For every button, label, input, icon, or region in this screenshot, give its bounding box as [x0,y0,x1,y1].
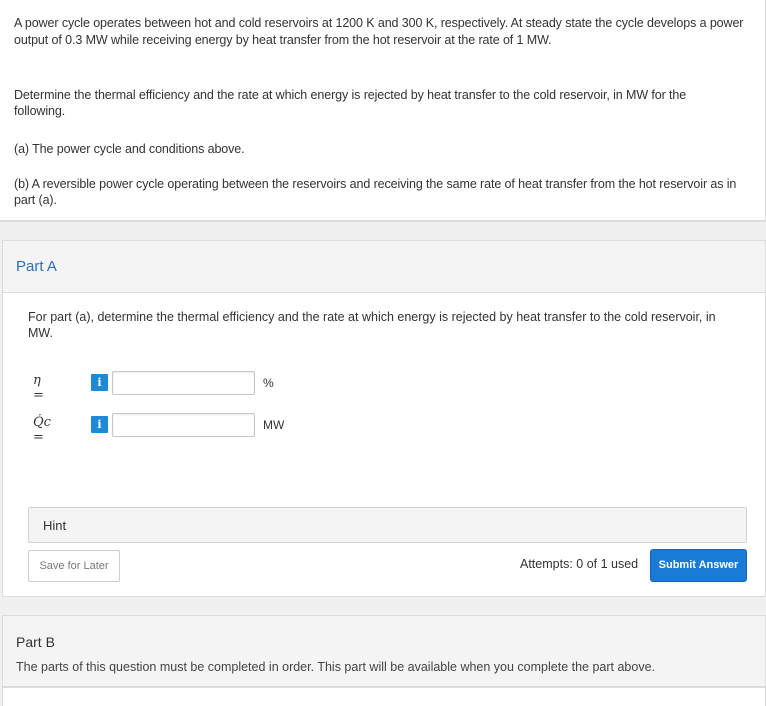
hint-button[interactable]: Hint [28,507,747,543]
question-item-b-line2: part (a). [14,193,57,207]
heat-rejected-input[interactable] [112,413,255,437]
part-a-title: Part A [16,258,57,275]
part-b-card: Part B The parts of this question must b… [2,615,766,687]
part-b-title: Part B [16,634,55,650]
part-a-card: Part A For part (a), determine the therm… [2,240,766,597]
part-a-prompt: For part (a), determine the thermal effi… [28,310,716,340]
attempts-counter: Attempts: 0 of 1 used [520,557,639,571]
info-icon[interactable]: i [91,416,108,433]
question-intro-line1: A power cycle operates between hot and c… [14,16,744,30]
hint-label: Hint [43,518,67,533]
heat-rejected-unit: MW [263,418,285,432]
question-card: A power cycle operates between hot and c… [0,0,766,222]
question-determine-line2: following. [14,104,66,118]
efficiency-label: η = [33,373,44,403]
info-icon[interactable]: i [91,374,108,391]
heat-rejected-label: Q̇c = [33,415,51,445]
question-item-a: (a) The power cycle and conditions above… [14,142,245,156]
efficiency-input[interactable] [112,371,255,395]
part-b-locked-message: The parts of this question must be compl… [16,660,656,674]
question-item-b-line1: (b) A reversible power cycle operating b… [14,177,737,191]
question-intro-line2: output of 0.3 MW while receiving energy … [14,33,552,47]
submit-answer-button[interactable]: Submit Answer [650,549,747,582]
question-determine-line1: Determine the thermal efficiency and the… [14,88,687,102]
save-for-later-button[interactable]: Save for Later [28,550,120,582]
next-card-edge [2,687,766,706]
efficiency-unit: % [263,376,274,390]
part-a-header: Part A [3,241,765,293]
